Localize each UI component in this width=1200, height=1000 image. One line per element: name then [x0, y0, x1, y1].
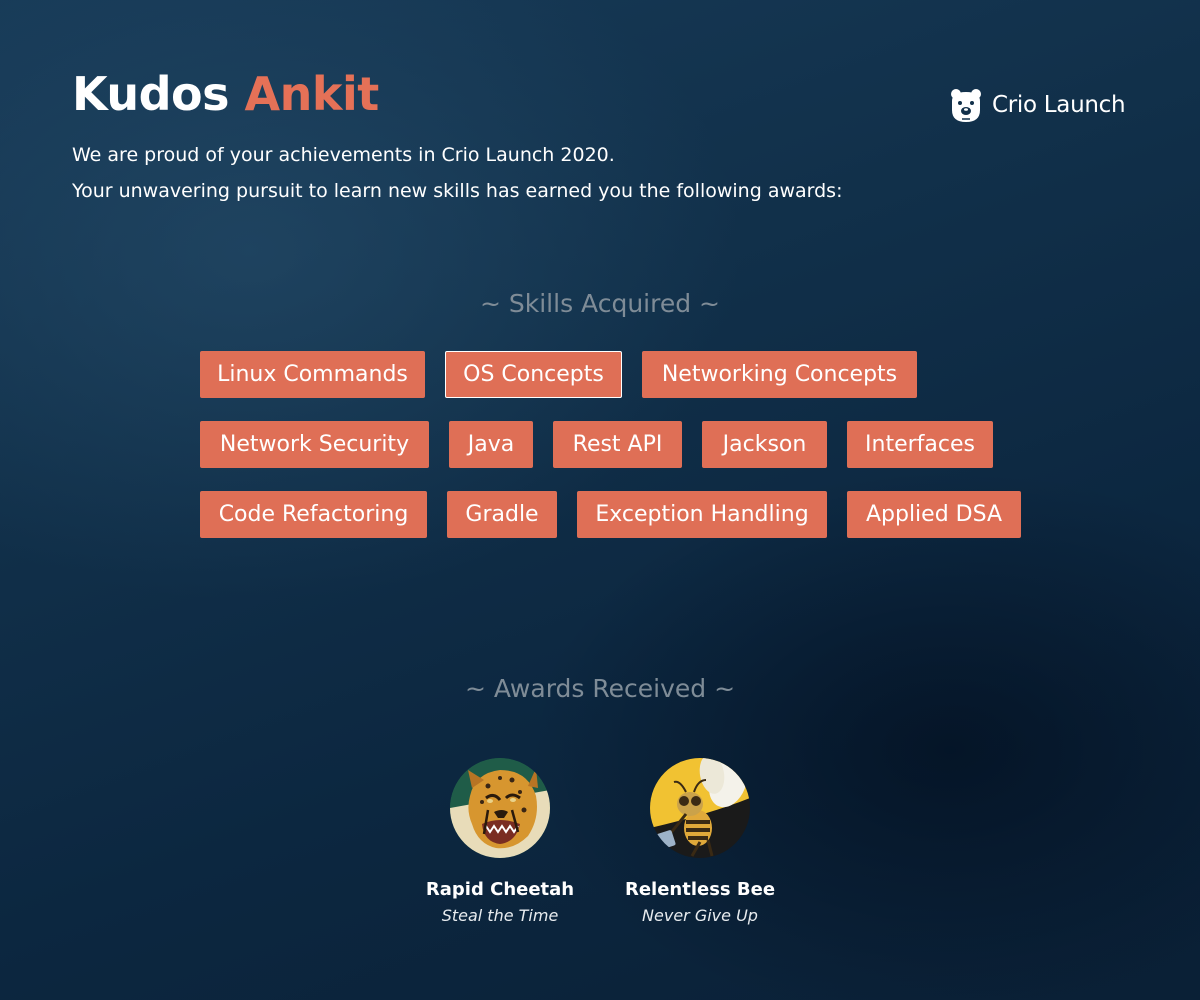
- awards-heading: ~ Awards Received ~: [464, 674, 736, 703]
- skill-tag: Gradle: [447, 491, 557, 538]
- award-motto: Steal the Time: [441, 906, 559, 925]
- skill-tag: Code Refactoring: [200, 491, 427, 538]
- page-title: Kudos Ankit: [72, 66, 379, 122]
- cheetah-badge-icon: [450, 758, 550, 858]
- skill-tag: OS Concepts: [445, 351, 622, 398]
- intro-line-1: We are proud of your achievements in Cri…: [72, 144, 615, 166]
- award-motto: Never Give Up: [642, 906, 758, 925]
- award-relentless-bee: Relentless Bee Never Give Up: [600, 758, 800, 927]
- skill-tag: Java: [449, 421, 533, 468]
- award-name: Rapid Cheetah: [425, 879, 575, 900]
- intro-line-2: Your unwavering pursuit to learn new ski…: [72, 180, 843, 202]
- skill-tag: Jackson: [702, 421, 827, 468]
- skill-tag: Rest API: [553, 421, 682, 468]
- skill-tag: Linux Commands: [200, 351, 425, 398]
- brand-name: Crio Launch: [992, 92, 1126, 118]
- skill-tag: Networking Concepts: [642, 351, 917, 398]
- title-greeting: Kudos: [72, 67, 230, 121]
- award-rapid-cheetah: Rapid Cheetah Steal the Time: [400, 758, 600, 927]
- skill-tag: Applied DSA: [847, 491, 1021, 538]
- award-name: Relentless Bee: [624, 879, 776, 900]
- skill-tag: Interfaces: [847, 421, 993, 468]
- bee-badge-icon: [650, 758, 750, 858]
- skills-heading: ~ Skills Acquired ~: [480, 289, 720, 318]
- skill-tag: Exception Handling: [577, 491, 827, 538]
- skill-tag: Network Security: [200, 421, 429, 468]
- bear-logo-icon: [951, 89, 981, 122]
- brand-logo[interactable]: Crio Launch: [948, 86, 1126, 124]
- title-name: Ankit: [244, 67, 380, 121]
